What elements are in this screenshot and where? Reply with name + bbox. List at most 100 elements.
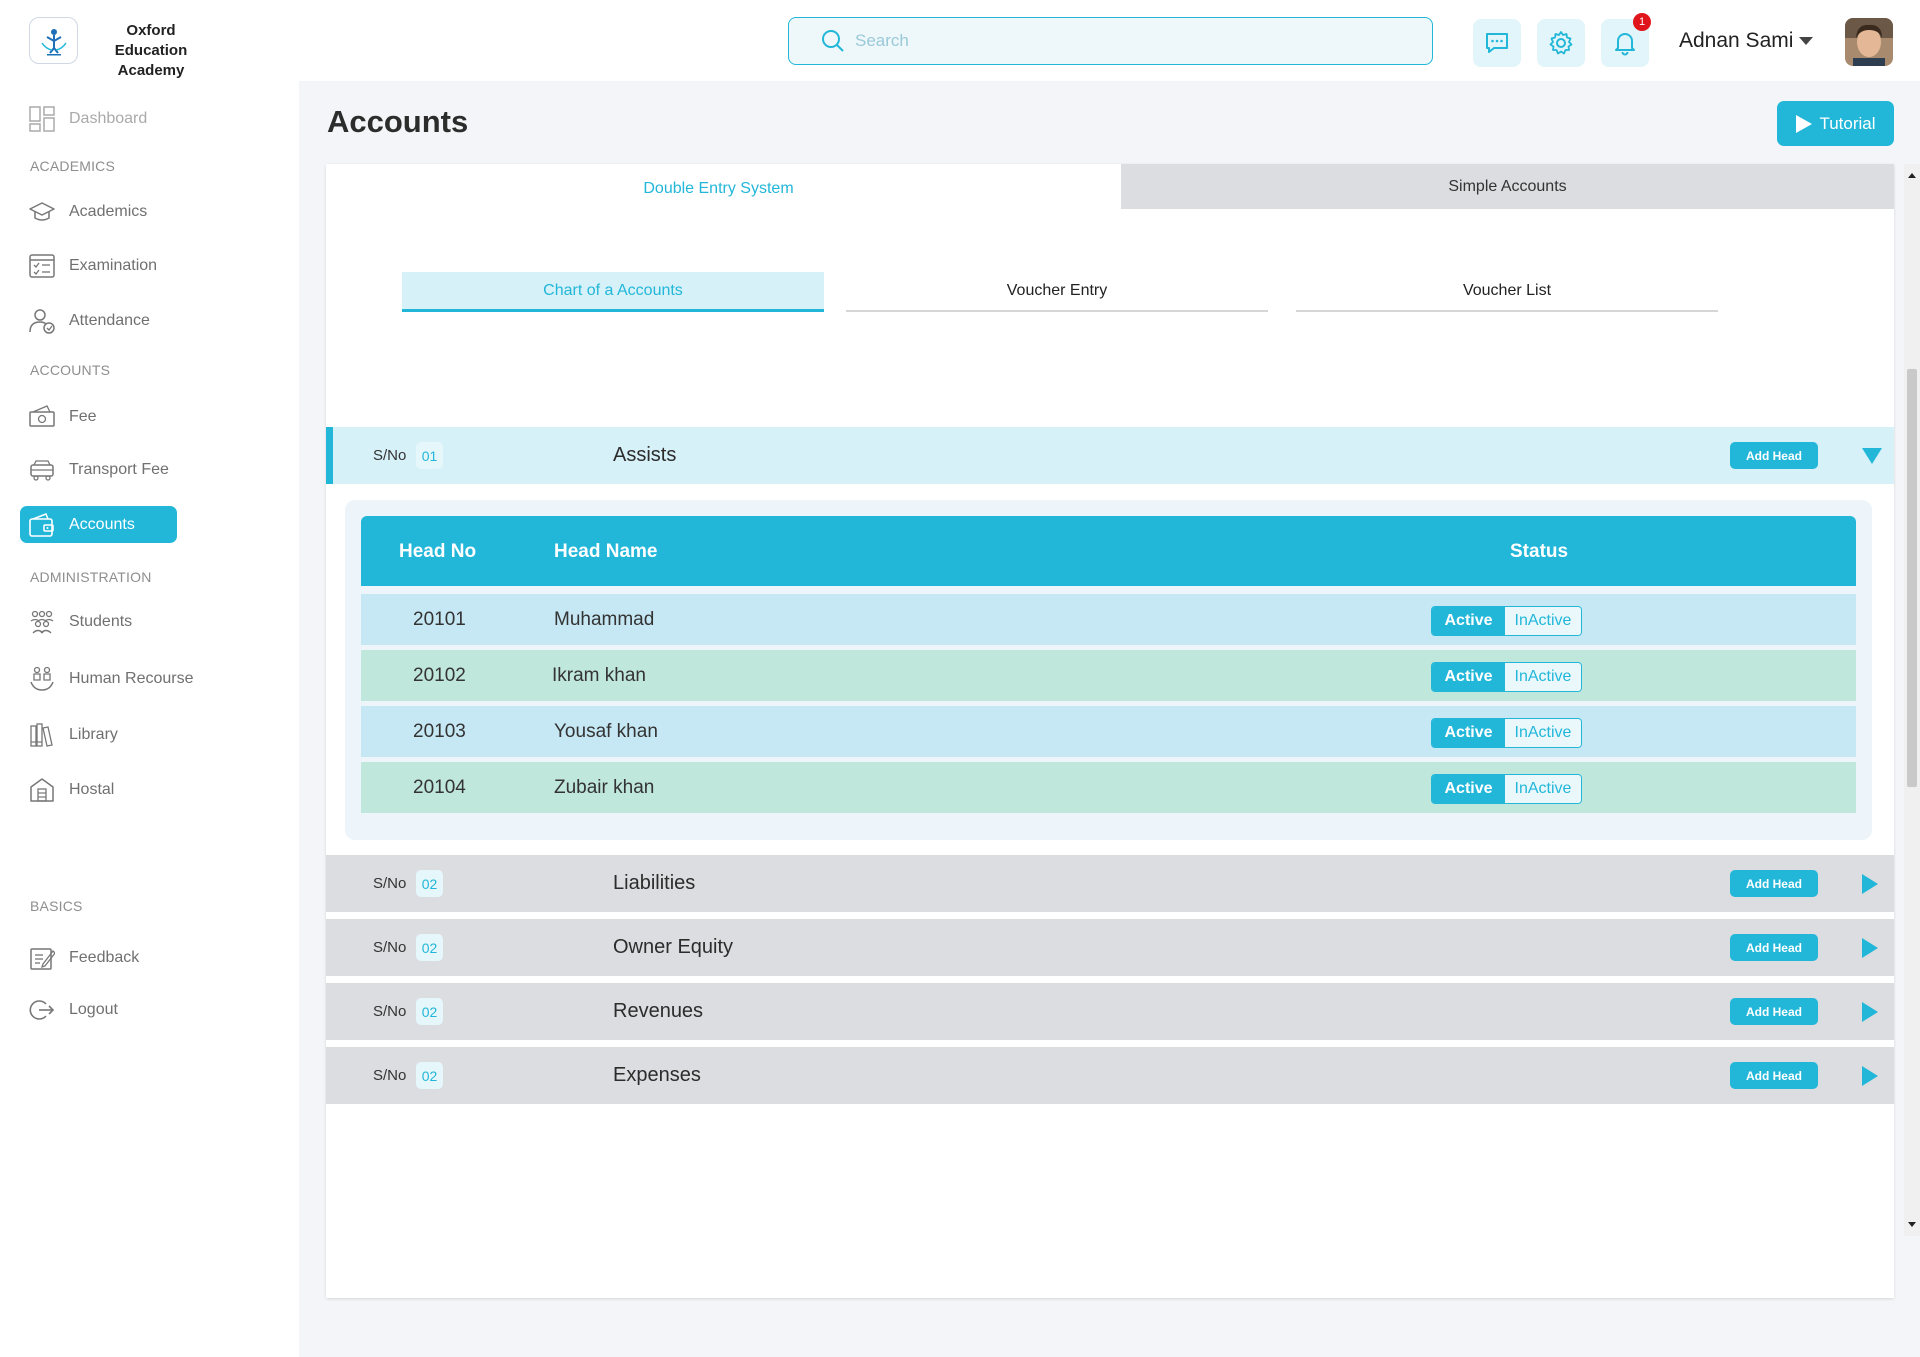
sidebar-item-dashboard[interactable]: Dashboard xyxy=(29,101,147,137)
students-group-icon xyxy=(30,610,54,634)
sidebar-item-feedback[interactable]: Feedback xyxy=(29,940,139,976)
triangle-right-icon xyxy=(1862,937,1878,958)
sidebar-item-logout[interactable]: Logout xyxy=(29,992,118,1028)
sidebar-item-accounts[interactable]: Accounts xyxy=(20,506,177,543)
sidebar-item-human-resource[interactable]: Human Recourse xyxy=(29,661,194,697)
subtab-voucher-list[interactable]: Voucher List xyxy=(1296,272,1718,312)
expand-toggle[interactable] xyxy=(1862,937,1878,958)
user-avatar-icon xyxy=(1845,18,1893,66)
gear-icon xyxy=(1549,31,1573,55)
section-academics: ACADEMICS xyxy=(30,158,116,174)
sidebar-item-hostal[interactable]: Hostal xyxy=(29,772,114,808)
tab-simple-accounts[interactable]: Simple Accounts xyxy=(1121,164,1894,209)
triangle-right-icon xyxy=(1862,1065,1878,1086)
add-head-button[interactable]: Add Head xyxy=(1730,998,1818,1025)
status-toggle[interactable]: Active InActive xyxy=(1431,718,1582,748)
status-toggle[interactable]: Active InActive xyxy=(1431,662,1582,692)
sno-value: 02 xyxy=(416,998,443,1025)
tutorial-button[interactable]: Tutorial xyxy=(1777,101,1894,146)
content-scrollbar[interactable] xyxy=(1904,164,1920,1236)
account-row-liabilities[interactable]: S/No 02 Liabilities Add Head xyxy=(326,855,1894,912)
status-active[interactable]: Active xyxy=(1432,607,1505,635)
subtab-voucher-entry[interactable]: Voucher Entry xyxy=(846,272,1268,312)
col-head-no: Head No xyxy=(399,541,477,562)
add-head-button[interactable]: Add Head xyxy=(1730,870,1818,897)
head-name: Ikram khan xyxy=(552,665,646,686)
sno-label: S/No xyxy=(373,1067,407,1084)
user-name: Adnan Sami xyxy=(1679,29,1794,52)
status-toggle[interactable]: Active InActive xyxy=(1431,606,1582,636)
subtab-chart-of-accounts[interactable]: Chart of a Accounts xyxy=(402,272,824,312)
status-active[interactable]: Active xyxy=(1432,663,1505,691)
search-bar[interactable] xyxy=(788,17,1433,65)
sidebar-item-label: Library xyxy=(69,726,118,743)
sno-value: 02 xyxy=(416,934,443,961)
graduation-cap-icon xyxy=(29,202,55,221)
bus-icon xyxy=(30,460,54,481)
status-inactive[interactable]: InActive xyxy=(1505,663,1581,691)
head-name: Muhammad xyxy=(554,609,655,630)
account-name: Revenues xyxy=(613,1000,704,1022)
table-row: 20104 Zubair khan Active InActive xyxy=(361,762,1856,813)
col-head-name: Head Name xyxy=(554,541,658,562)
status-toggle[interactable]: Active InActive xyxy=(1431,774,1582,804)
account-name: Owner Equity xyxy=(613,936,734,958)
chevron-down-icon xyxy=(1799,37,1814,45)
status-inactive[interactable]: InActive xyxy=(1505,607,1581,635)
head-no: 20103 xyxy=(413,721,466,742)
settings-button[interactable] xyxy=(1537,19,1585,67)
head-no: 20102 xyxy=(413,665,466,686)
academy-name: Oxford Education Academy xyxy=(114,22,188,79)
notifications-button[interactable]: 1 xyxy=(1601,13,1651,67)
status-inactive[interactable]: InActive xyxy=(1505,719,1581,747)
tab-double-entry-system[interactable]: Double Entry System xyxy=(326,164,1111,214)
search-icon xyxy=(822,30,844,52)
account-row-revenues[interactable]: S/No 02 Revenues Add Head xyxy=(326,983,1894,1040)
sidebar-item-academics[interactable]: Academics xyxy=(29,194,147,230)
sidebar-item-transport-fee[interactable]: Transport Fee xyxy=(29,452,169,488)
status-active[interactable]: Active xyxy=(1432,719,1505,747)
sidebar-item-label: Logout xyxy=(69,1001,118,1018)
status-active[interactable]: Active xyxy=(1432,775,1505,803)
search-input[interactable] xyxy=(855,31,1415,51)
sidebar-item-label: Accounts xyxy=(69,515,135,533)
expand-toggle[interactable] xyxy=(1862,1065,1878,1086)
avatar[interactable] xyxy=(1845,18,1893,66)
sidebar-item-students[interactable]: Students xyxy=(29,604,132,640)
status-inactive[interactable]: InActive xyxy=(1505,775,1581,803)
messages-button[interactable] xyxy=(1473,19,1521,67)
col-status: Status xyxy=(1510,541,1569,562)
tutorial-label: Tutorial xyxy=(1819,113,1876,133)
head-name: Zubair khan xyxy=(554,777,655,798)
account-row-expenses[interactable]: S/No 02 Expenses Add Head xyxy=(326,1047,1894,1104)
account-row-owner-equity[interactable]: S/No 02 Owner Equity Add Head xyxy=(326,919,1894,976)
logout-icon xyxy=(29,1000,55,1020)
sidebar-item-fee[interactable]: Fee xyxy=(29,399,97,435)
add-head-button[interactable]: Add Head xyxy=(1730,1062,1818,1089)
account-row-assists[interactable]: S/No 01 Assists Add Head xyxy=(326,427,1894,484)
collapse-toggle[interactable] xyxy=(1862,447,1882,464)
add-head-button[interactable]: Add Head xyxy=(1730,442,1818,469)
sidebar-item-attendance[interactable]: Attendance xyxy=(29,303,150,339)
scroll-down-icon[interactable] xyxy=(1904,1218,1920,1232)
academy-logo[interactable] xyxy=(29,17,78,64)
table-row: 20102 Ikram khan Active InActive xyxy=(361,650,1856,701)
table-row: 20103 Yousaf khan Active InActive xyxy=(361,706,1856,757)
sidebar-item-examination[interactable]: Examination xyxy=(29,248,157,284)
sno-label: S/No xyxy=(373,875,407,892)
head-no: 20104 xyxy=(413,777,466,798)
expand-toggle[interactable] xyxy=(1862,1001,1878,1022)
sidebar-item-label: Transport Fee xyxy=(69,461,169,478)
table-header: Head No Head Name Status xyxy=(361,516,1856,586)
user-menu[interactable]: Adnan Sami xyxy=(1679,29,1814,53)
table-row: 20101 Muhammad Active InActive xyxy=(361,594,1856,645)
scroll-up-icon[interactable] xyxy=(1904,168,1920,182)
accounts-card: Double Entry System Simple Accounts Char… xyxy=(326,164,1894,1298)
building-icon xyxy=(30,778,54,802)
expand-toggle[interactable] xyxy=(1862,873,1878,894)
scrollbar-thumb[interactable] xyxy=(1907,369,1917,787)
sidebar-item-label: Dashboard xyxy=(69,110,148,127)
page-title: Accounts xyxy=(327,104,469,139)
sidebar-item-library[interactable]: Library xyxy=(29,717,118,753)
add-head-button[interactable]: Add Head xyxy=(1730,934,1818,961)
